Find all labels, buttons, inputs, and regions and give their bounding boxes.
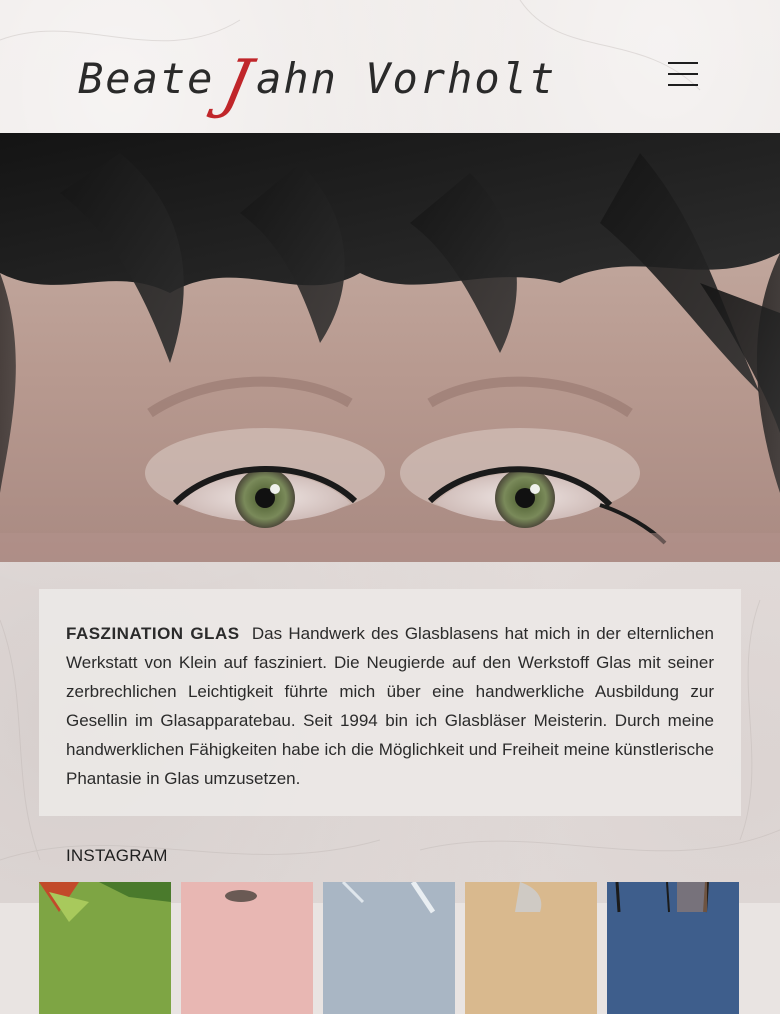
hero-eyes-illustration [0,133,780,562]
instagram-thumb-green-plant[interactable] [39,882,171,1014]
intro-body: Das Handwerk des Glasblasens hat mich in… [66,624,714,788]
site-logo[interactable]: Beate J ahn Vorholt [78,40,557,121]
intro-paragraph: FASZINATION GLAS Das Handwerk des Glasbl… [66,619,714,793]
site-header: Beate J ahn Vorholt [0,0,780,133]
menu-bar-bottom [668,84,698,86]
menu-bar-middle [668,73,698,75]
hero-image [0,133,780,562]
instagram-thumb-snowy-branches[interactable] [323,882,455,1014]
logo-initial: J [216,47,260,121]
instagram-thumb-glass-figure[interactable] [465,882,597,1014]
logo-first-name: Beate [78,54,215,103]
intro-heading: FASZINATION GLAS [66,624,240,643]
instagram-heading: INSTAGRAM [66,846,168,865]
instagram-thumb-winter-trees[interactable] [607,882,739,1014]
instagram-feed [39,882,741,1014]
logo-last-name: ahn Vorholt [256,54,557,103]
hamburger-menu-icon[interactable] [664,58,702,90]
menu-bar-top [668,62,698,64]
intro-card: FASZINATION GLAS Das Handwerk des Glasbl… [39,589,741,816]
instagram-thumb-pink-object[interactable] [181,882,313,1014]
